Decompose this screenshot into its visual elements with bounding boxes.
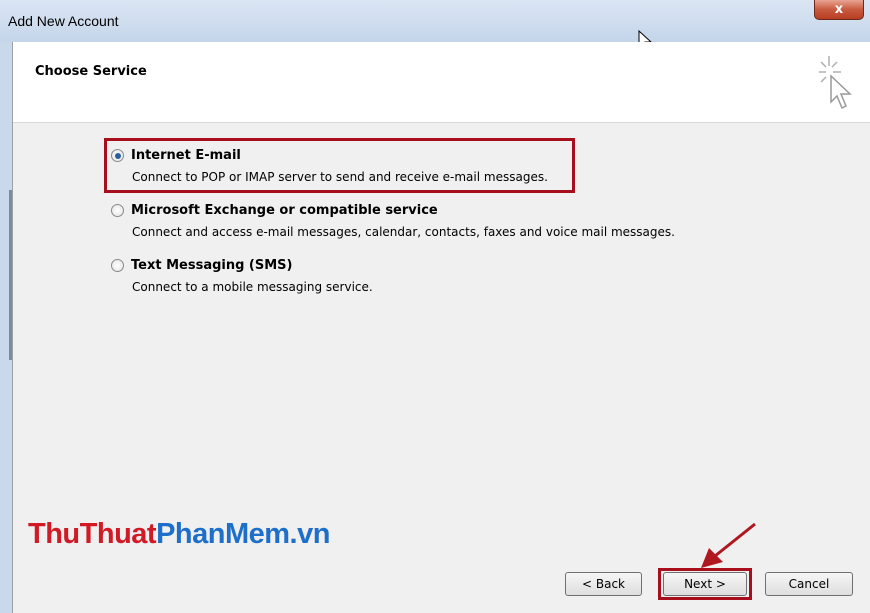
next-button[interactable]: Next > <box>663 572 747 596</box>
radio-sms[interactable] <box>111 259 124 272</box>
watermark-part1: ThuThuat <box>28 518 157 550</box>
watermark-logo: ThuThuatPhanMem.vn <box>28 518 330 551</box>
wizard-cursor-icon <box>819 56 852 110</box>
page-title: Choose Service <box>35 64 147 79</box>
back-button[interactable]: < Back <box>565 572 642 596</box>
option-label: Microsoft Exchange or compatible service <box>131 203 438 218</box>
close-icon: x <box>834 2 844 17</box>
highlight-box-internet-email <box>104 138 575 193</box>
close-button[interactable]: x <box>814 0 864 20</box>
option-label: Text Messaging (SMS) <box>131 258 293 273</box>
add-new-account-dialog: Add New Account x Choose Service Interne… <box>0 0 870 613</box>
watermark-part2: PhanMem.vn <box>156 518 330 550</box>
wizard-header: Choose Service <box>13 42 870 123</box>
option-exchange[interactable]: Microsoft Exchange or compatible service… <box>111 203 675 239</box>
window-left-accent <box>9 190 12 360</box>
pointer-arrow-icon <box>701 522 756 568</box>
radio-exchange[interactable] <box>111 204 124 217</box>
option-description: Connect and access e-mail messages, cale… <box>132 225 675 239</box>
option-sms[interactable]: Text Messaging (SMS) Connect to a mobile… <box>111 258 373 294</box>
title-bar: Add New Account x <box>0 0 870 51</box>
option-description: Connect to a mobile messaging service. <box>132 280 373 294</box>
window-title: Add New Account <box>8 13 119 29</box>
cancel-button[interactable]: Cancel <box>765 572 853 596</box>
